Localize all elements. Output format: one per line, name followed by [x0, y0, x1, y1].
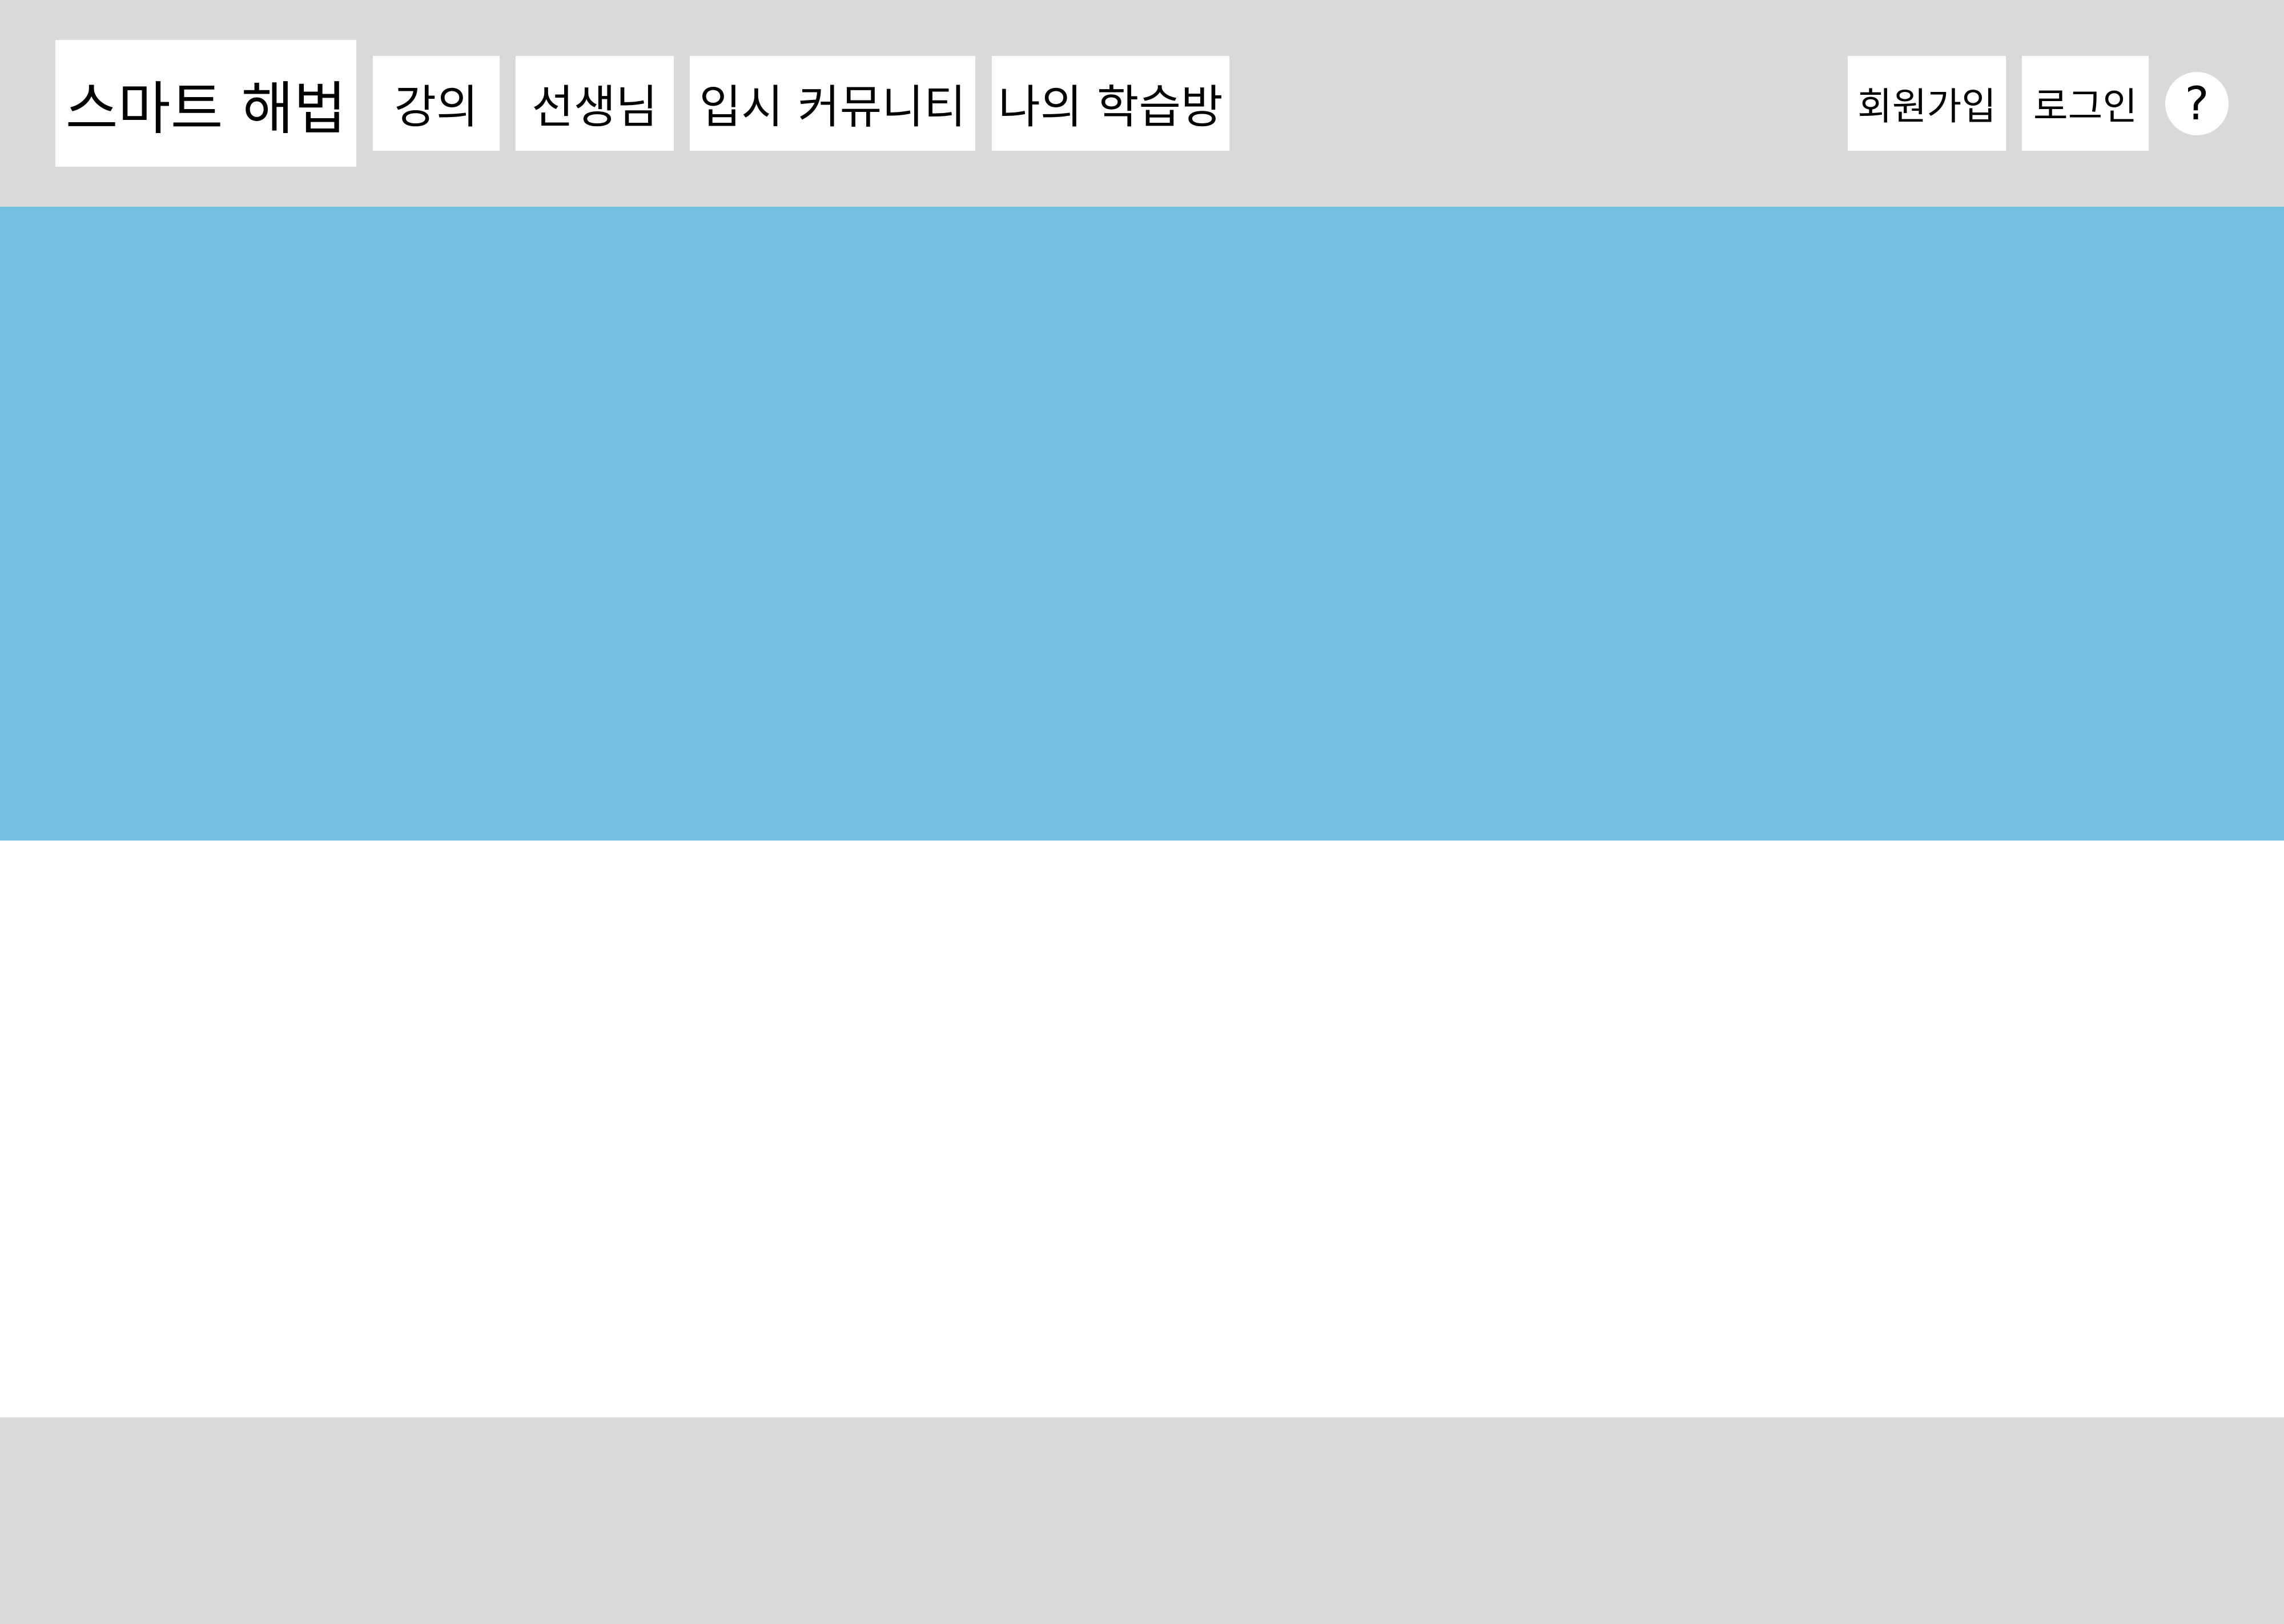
nav-item-teacher[interactable]: 선생님 — [516, 56, 674, 151]
nav-item-community[interactable]: 입시 커뮤니티 — [690, 56, 975, 151]
main-content — [0, 841, 2284, 1417]
signup-button[interactable]: 회원가입 — [1848, 56, 2006, 151]
top-header: 스마트 해법 강의 선생님 입시 커뮤니티 나의 학습방 회원가입 로그인 ? — [0, 0, 2284, 207]
login-button[interactable]: 로그인 — [2022, 56, 2149, 151]
site-logo[interactable]: 스마트 해법 — [55, 40, 356, 167]
footer — [0, 1417, 2284, 1624]
help-icon[interactable]: ? — [2165, 72, 2229, 135]
nav-item-my-study-room[interactable]: 나의 학습방 — [992, 56, 1229, 151]
nav-item-lecture[interactable]: 강의 — [373, 56, 500, 151]
hero-banner — [0, 207, 2284, 841]
